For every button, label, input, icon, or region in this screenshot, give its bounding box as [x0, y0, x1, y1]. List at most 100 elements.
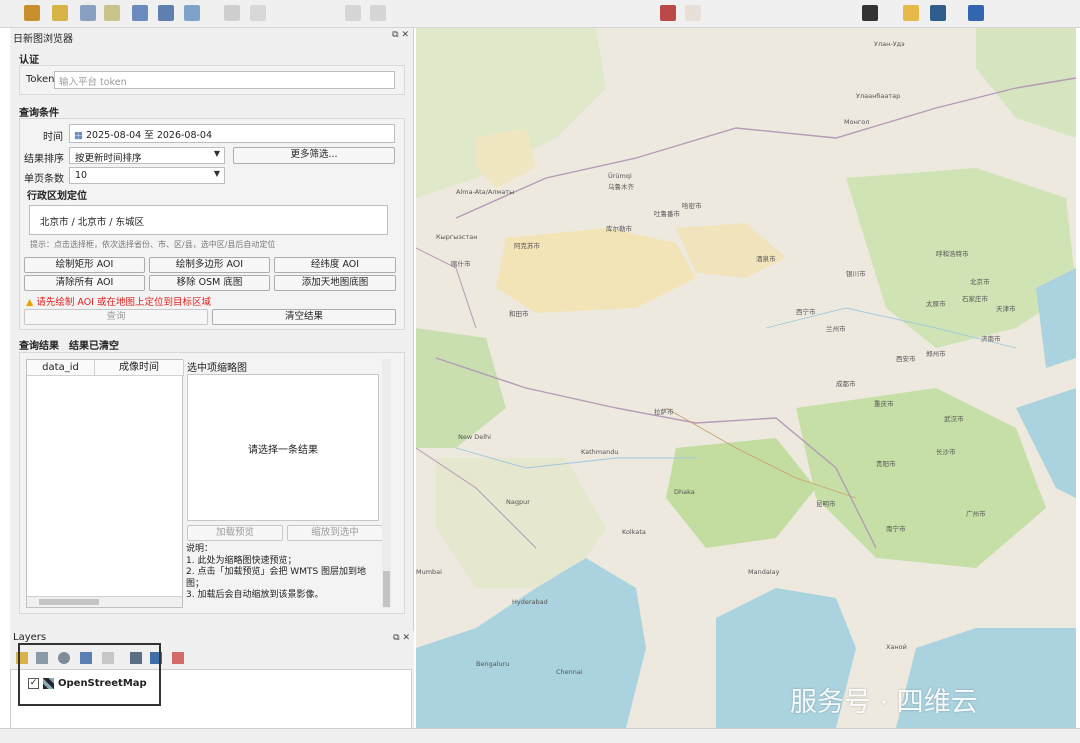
map-label: 乌鲁木齐 — [608, 183, 634, 191]
map-label: 西安市 — [896, 355, 916, 363]
map-label: Mandalay — [748, 568, 780, 576]
image-browser-dock: 日新图浏览器 ⧉ ✕ 认证 Token 输入平台 token 查询条件 时间 ▦… — [10, 28, 414, 634]
thumbnail-title: 选中项缩略图 — [187, 363, 247, 374]
date-end: 2026-08-04 — [156, 130, 213, 141]
scrollbar-thumb[interactable] — [39, 599, 99, 605]
map-label: Ханой — [886, 643, 907, 651]
results-section-label: 查询结果 — [19, 341, 59, 352]
date-range-input[interactable]: ▦ 2025-08-04 至 2026-08-04 — [69, 124, 395, 143]
node-icon[interactable] — [250, 5, 266, 21]
token-input[interactable]: 输入平台 token — [54, 71, 395, 89]
latlon-aoi-button[interactable]: 经纬度 AOI — [274, 257, 396, 273]
results-table[interactable]: data_id 成像时间 — [26, 359, 184, 608]
clear-aoi-button[interactable]: 清除所有 AOI — [24, 275, 145, 291]
region-hint: 提示：点击选择框，依次选择省份、市、区/县，选中区/县后自动定位 — [30, 240, 276, 249]
chevron-down-icon: ▼ — [213, 169, 220, 178]
add-tianditu-button[interactable]: 添加天地图底图 — [274, 275, 396, 291]
clear-results-button[interactable]: 清空结果 — [212, 309, 396, 325]
column-header-imaging-time[interactable]: 成像时间 — [95, 360, 184, 376]
page-size-label: 单页条数 — [24, 174, 64, 185]
sort-label: 结果排序 — [24, 154, 64, 165]
table-icon[interactable] — [132, 5, 148, 21]
draw-polygon-aoi-button[interactable]: 绘制多边形 AOI — [149, 257, 270, 273]
map-label: 喀什市 — [451, 260, 471, 268]
vertex-icon[interactable] — [80, 5, 96, 21]
map-label: 银川市 — [846, 270, 866, 278]
pencil-icon[interactable] — [104, 5, 120, 21]
date-start: 2025-08-04 — [86, 130, 142, 141]
close-icon[interactable]: ✕ — [401, 30, 409, 40]
thumbnail-placeholder: 请选择一条结果 — [248, 445, 318, 456]
vertical-scrollbar[interactable] — [382, 359, 391, 608]
date-separator: 至 — [144, 130, 154, 141]
python-icon[interactable] — [903, 5, 919, 21]
layers-title: Layers — [13, 632, 47, 643]
query-section-label: 查询条件 — [19, 108, 59, 119]
map-label: 西宁市 — [796, 308, 816, 316]
region-label: 行政区划定位 — [27, 191, 87, 202]
page-size-select[interactable]: 10 ▼ — [69, 167, 225, 184]
map-label: 济南市 — [981, 335, 1001, 343]
map-label: 酒泉市 — [756, 255, 776, 263]
polygon-layer-icon[interactable] — [52, 5, 68, 21]
map-label: Chennai — [556, 668, 583, 676]
map-label: 阿克苏市 — [514, 242, 540, 250]
dock-window-buttons[interactable]: ⧉ ✕ — [392, 30, 409, 40]
edit-icon[interactable] — [224, 5, 240, 21]
osm-basemap — [416, 28, 1076, 728]
map-label: Dhaka — [674, 488, 695, 496]
notes-line: 说明： — [186, 544, 214, 554]
auth-section-label: 认证 — [19, 55, 39, 66]
close-icon[interactable]: ✕ — [402, 633, 410, 643]
map-label: Kolkata — [622, 528, 646, 536]
grid-icon[interactable] — [158, 5, 174, 21]
more-filters-button[interactable]: 更多筛选... — [233, 147, 395, 164]
plugin-icon[interactable] — [862, 5, 878, 21]
search-button[interactable]: 查询 — [24, 309, 208, 325]
map-label: 石家庄市 — [962, 295, 988, 303]
move-icon[interactable] — [345, 5, 361, 21]
horizontal-scrollbar[interactable] — [27, 596, 182, 607]
measure-icon[interactable] — [184, 5, 200, 21]
sort-value: 按更新时间排序 — [75, 153, 142, 164]
map-label: 贵阳市 — [876, 460, 896, 468]
remove-osm-button[interactable]: 移除 OSM 底图 — [149, 275, 270, 291]
scrollbar-thumb[interactable] — [383, 571, 390, 607]
load-preview-button[interactable]: 加载预览 — [187, 525, 283, 541]
token-label: Token — [26, 74, 55, 85]
add-layer-icon[interactable] — [24, 5, 40, 21]
map-canvas[interactable]: Alma-Ata/Алматы Кыргызстан Ürümqi 乌鲁木齐 吐… — [416, 28, 1076, 728]
delete-icon[interactable] — [370, 5, 386, 21]
float-icon[interactable]: ⧉ — [392, 30, 398, 40]
map-label: 吐鲁番市 — [654, 210, 680, 218]
map-label: New Delhi — [458, 433, 491, 441]
zoom-to-selected-button[interactable]: 缩放到选中 — [287, 525, 383, 541]
browser-icon[interactable] — [930, 5, 946, 21]
aoi-warning: ▲ 请先绘制 AOI 或在地图上定位到目标区域 — [26, 294, 211, 308]
remove-layer-icon[interactable] — [172, 652, 184, 664]
draw-rectangle-aoi-button[interactable]: 绘制矩形 AOI — [24, 257, 145, 273]
aoi-warning-text: 请先绘制 AOI 或在地图上定位到目标区域 — [36, 297, 211, 308]
layout-icon[interactable] — [685, 5, 701, 21]
sort-select[interactable]: 按更新时间排序 ▼ — [69, 147, 225, 164]
map-label: 广州市 — [966, 510, 986, 518]
region-select[interactable]: 北京市 / 北京市 / 东城区 — [29, 205, 388, 235]
warning-icon: ▲ — [26, 297, 34, 308]
main-toolbar — [0, 0, 1080, 28]
map-label: 武汉市 — [944, 415, 964, 423]
notes-text: 说明： 1. 此处为缩略图快速预览； 2. 点击「加载预览」会把 WMTS 图层… — [186, 544, 378, 602]
column-header-data-id[interactable]: data_id — [27, 360, 95, 376]
notes-line: 1. 此处为缩略图快速预览； — [186, 555, 297, 566]
map-label: Nagpur — [506, 498, 530, 506]
identify-icon[interactable] — [660, 5, 676, 21]
map-label: 太原市 — [926, 300, 946, 308]
float-icon[interactable]: ⧉ — [393, 633, 399, 643]
layers-window-buttons[interactable]: ⧉ ✕ — [393, 633, 410, 643]
info-icon[interactable] — [968, 5, 984, 21]
time-label: 时间 — [43, 132, 63, 143]
map-label: Монгол — [844, 118, 870, 126]
map-label: 和田市 — [509, 310, 529, 318]
map-label: 库尔勒市 — [606, 225, 632, 233]
map-label: 长沙市 — [936, 448, 956, 456]
map-label: 兰州市 — [826, 325, 846, 333]
